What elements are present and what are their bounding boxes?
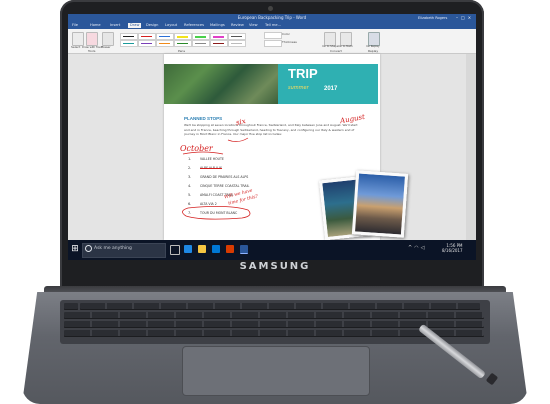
clock-date: 8/16/2017 [442, 248, 463, 253]
store-icon[interactable] [212, 245, 220, 253]
ink-circle-stroke [182, 206, 251, 220]
key-row-fn [80, 303, 480, 310]
ink-arrow-stroke [227, 137, 249, 142]
edge-icon[interactable] [184, 245, 192, 253]
touchpad [182, 346, 370, 396]
cortana-icon [85, 245, 92, 252]
task-view-icon[interactable] [170, 245, 180, 255]
key [64, 303, 78, 310]
search-placeholder: Ask me anything [94, 246, 132, 251]
office-icon[interactable] [226, 245, 234, 253]
laptop-screen: European Backpacking Trip - Word Elizabe… [68, 14, 476, 260]
webcam [268, 6, 273, 11]
keyboard [60, 300, 490, 344]
word-icon[interactable] [240, 245, 248, 254]
windows-start-icon[interactable]: ⊞ [70, 244, 80, 254]
file-explorer-icon[interactable] [198, 245, 206, 253]
taskbar-clock[interactable]: 1:56 PM 8/16/2017 [442, 243, 463, 253]
brand-logo: SAMSUNG [239, 261, 311, 272]
key-row-numbers [64, 312, 484, 319]
volume-icon[interactable]: ◁ [421, 245, 427, 251]
ink-strike-stroke [182, 151, 224, 155]
system-tray[interactable]: ^◠◁ [408, 245, 426, 251]
ink-strokes [182, 137, 251, 220]
